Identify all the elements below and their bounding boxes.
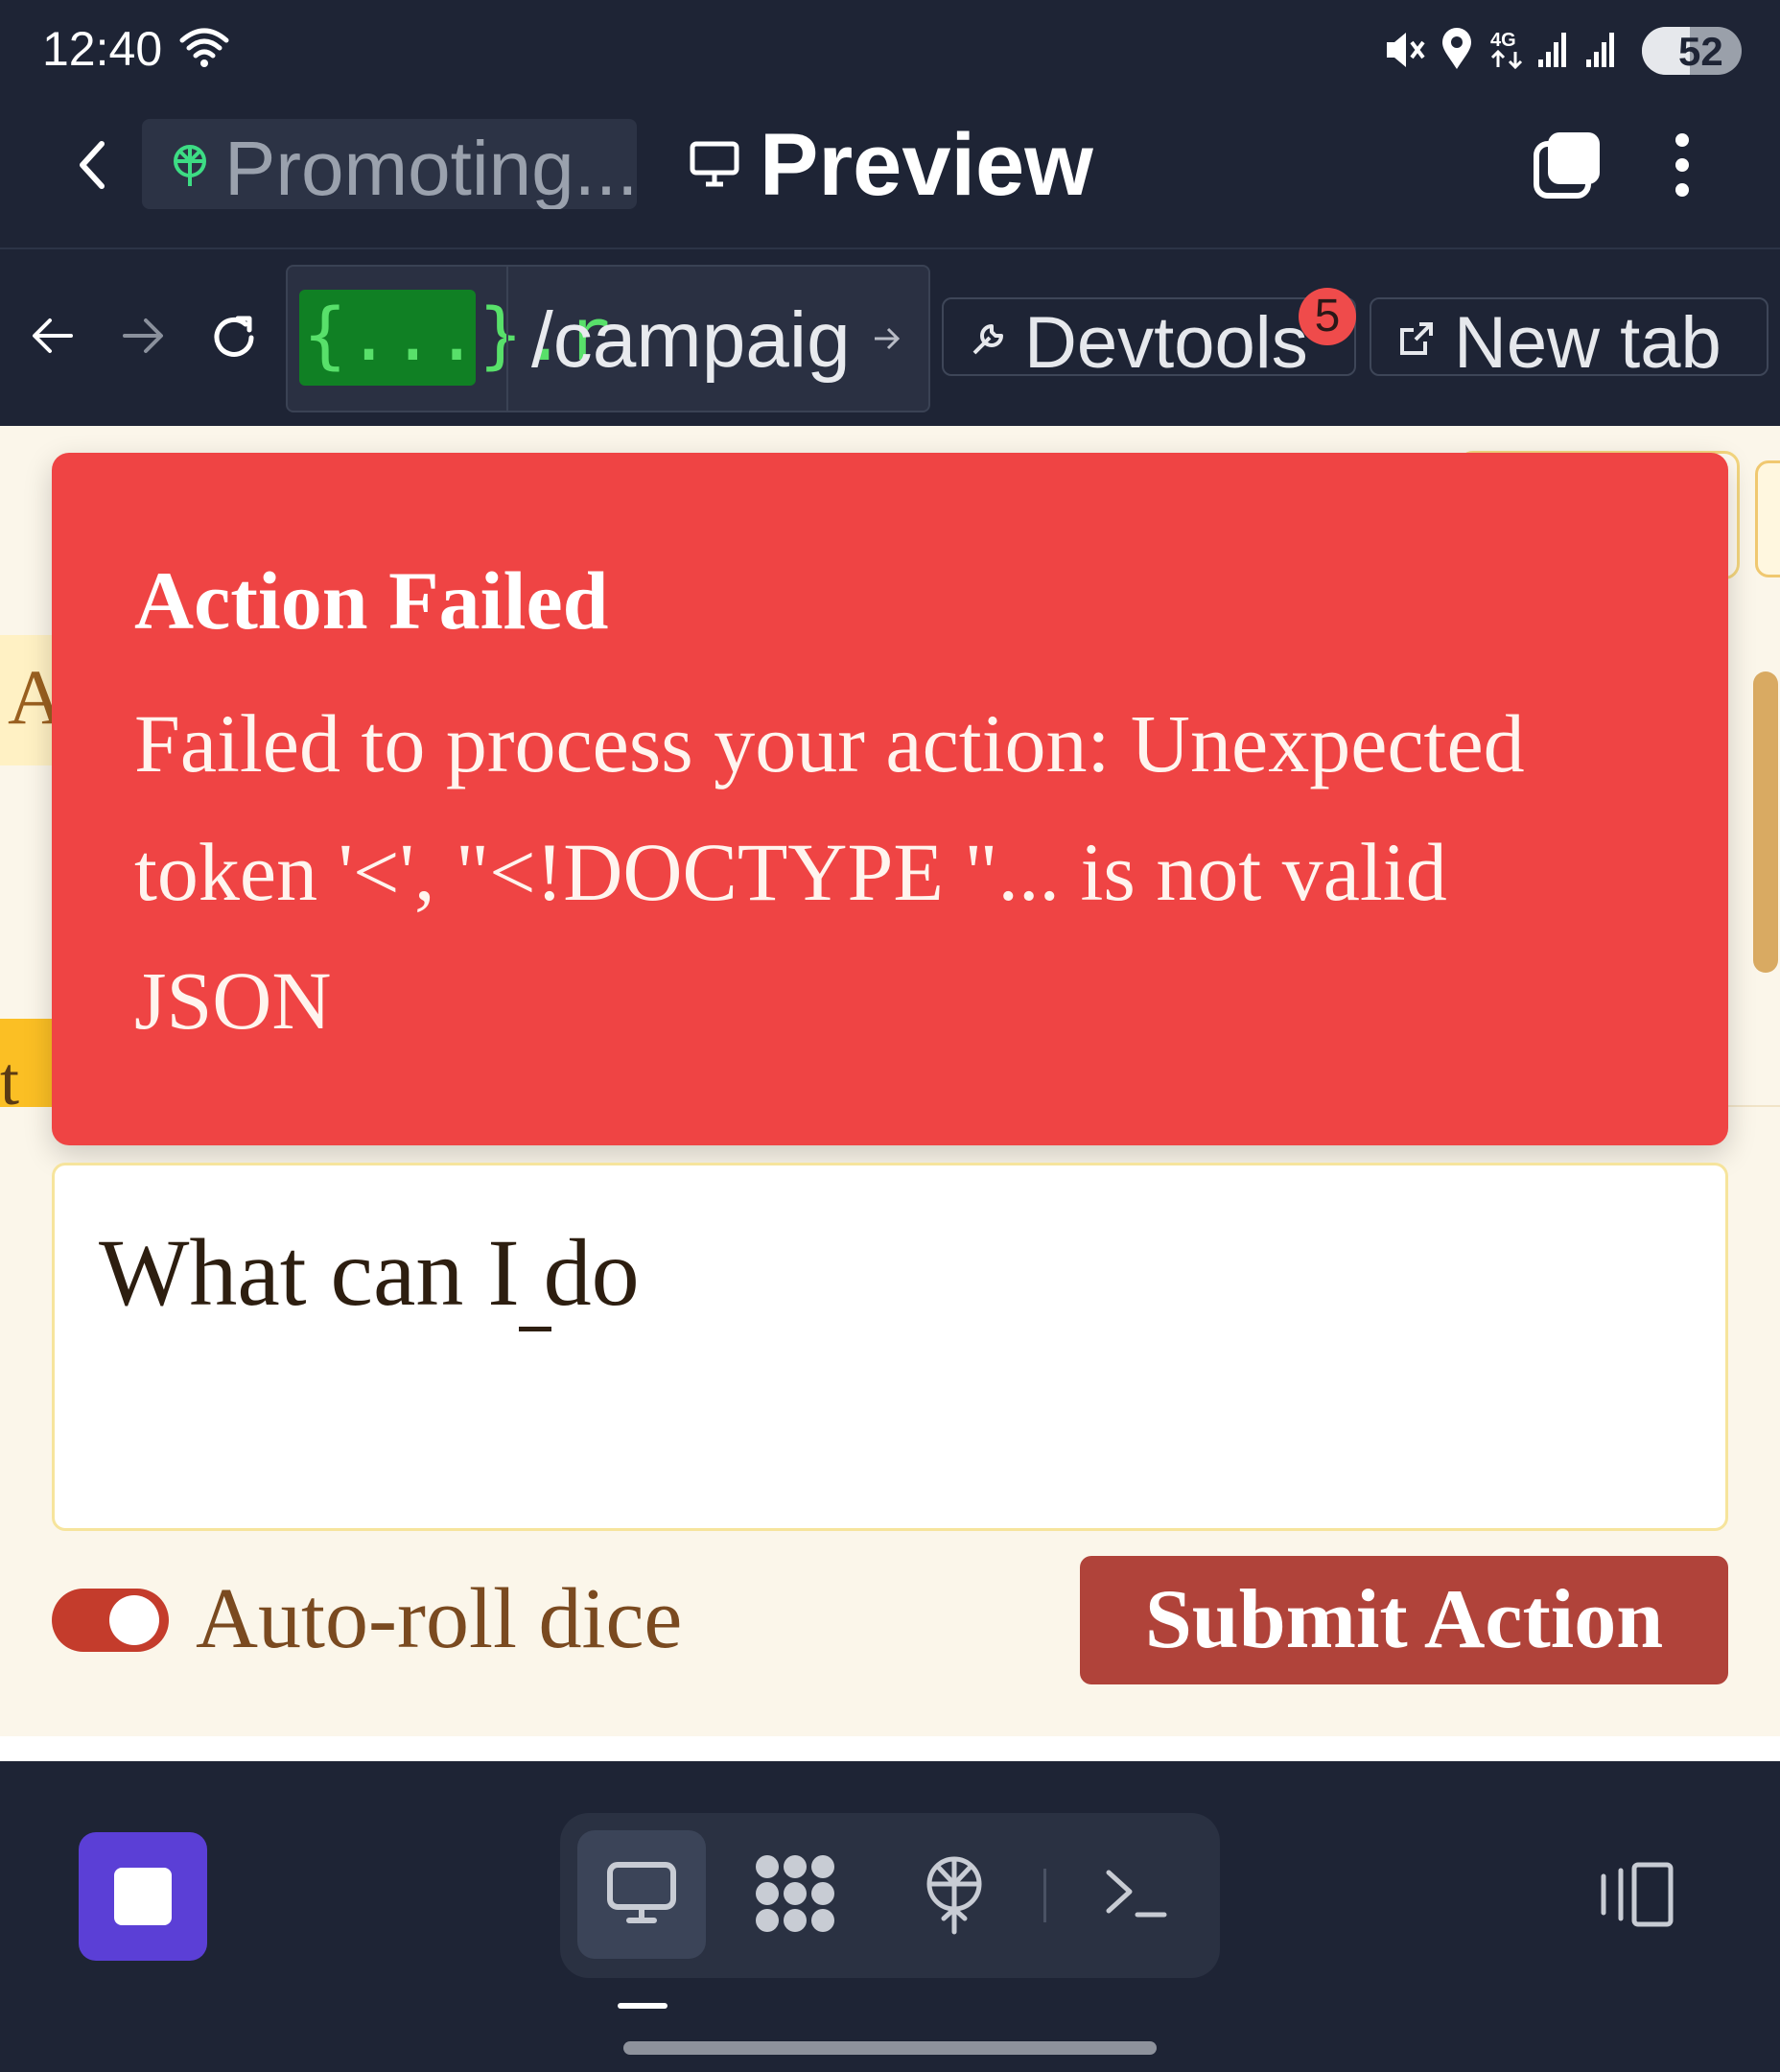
- device-toggle-icon[interactable]: [1598, 1861, 1676, 1928]
- auto-roll-toggle[interactable]: [52, 1589, 169, 1652]
- reload-icon[interactable]: [209, 313, 259, 363]
- devtools-button[interactable]: Devtools: [942, 297, 1356, 384]
- location-icon: [1440, 27, 1473, 71]
- url-bar[interactable]: {...}.r /campaig: [286, 265, 930, 412]
- scrollbar-thumb[interactable]: [1753, 671, 1778, 973]
- mode-title: Preview: [760, 116, 1093, 214]
- project-icon: [171, 144, 209, 188]
- url-arrow-icon: [873, 326, 902, 351]
- new-tab-button[interactable]: New tab: [1370, 297, 1768, 384]
- network-4g-icon: 4G: [1488, 27, 1527, 71]
- globe-icon[interactable]: [921, 1855, 988, 1936]
- project-chip[interactable]: Promoting...: [142, 119, 637, 209]
- back-arrow-icon[interactable]: [31, 315, 75, 357]
- error-toast[interactable]: Action Failed Failed to process your act…: [52, 453, 1728, 1145]
- home-indicator-dash: [618, 2003, 668, 2009]
- stop-icon: [114, 1868, 172, 1925]
- url-path: /campaig: [531, 296, 851, 384]
- wrench-icon: [971, 320, 1007, 357]
- toggle-knob: [109, 1595, 159, 1645]
- back-chevron-icon[interactable]: [69, 136, 117, 194]
- url-separator: [506, 267, 508, 411]
- mute-icon: [1383, 29, 1427, 71]
- apps-grid-icon[interactable]: [754, 1853, 836, 1934]
- background-card-edge: [1755, 460, 1780, 577]
- submit-action-button[interactable]: Submit Action: [1080, 1556, 1728, 1684]
- action-textarea[interactable]: What can I do: [52, 1163, 1728, 1531]
- action-input-value: What can I do: [99, 1219, 640, 1326]
- forward-arrow-icon[interactable]: [121, 315, 165, 357]
- status-time: 12:40: [42, 22, 163, 76]
- wifi-icon: [178, 25, 230, 69]
- text-cursor: [519, 1327, 551, 1331]
- project-title: Promoting...: [224, 126, 637, 209]
- background-tag-text: t: [0, 1043, 20, 1119]
- devtools-badge: 5: [1299, 288, 1356, 345]
- external-link-icon: [1398, 320, 1435, 357]
- signal-icon: [1536, 29, 1632, 69]
- more-icon[interactable]: [1671, 130, 1694, 200]
- new-tab-label: New tab: [1454, 302, 1721, 384]
- tabs-icon[interactable]: [1533, 130, 1602, 200]
- svg-text:4G: 4G: [1490, 30, 1516, 51]
- page-bottom-edge: [0, 1736, 1780, 1761]
- toast-title: Action Failed: [134, 554, 609, 647]
- auto-roll-label: Auto-roll dice: [196, 1571, 683, 1666]
- divider: [1726, 1105, 1780, 1107]
- battery-icon: 52: [1642, 27, 1742, 75]
- terminal-icon[interactable]: [1105, 1867, 1168, 1920]
- desktop-icon: [606, 1861, 677, 1926]
- devtools-label: Devtools: [1024, 302, 1308, 384]
- battery-level: 52: [1678, 29, 1723, 74]
- monitor-icon: [689, 140, 740, 188]
- stop-button[interactable]: [79, 1832, 207, 1961]
- gesture-bar[interactable]: [623, 2041, 1157, 2055]
- toast-message: Failed to process your action: Unexpecte…: [134, 697, 1525, 1047]
- toolbar-divider: [1043, 1869, 1046, 1922]
